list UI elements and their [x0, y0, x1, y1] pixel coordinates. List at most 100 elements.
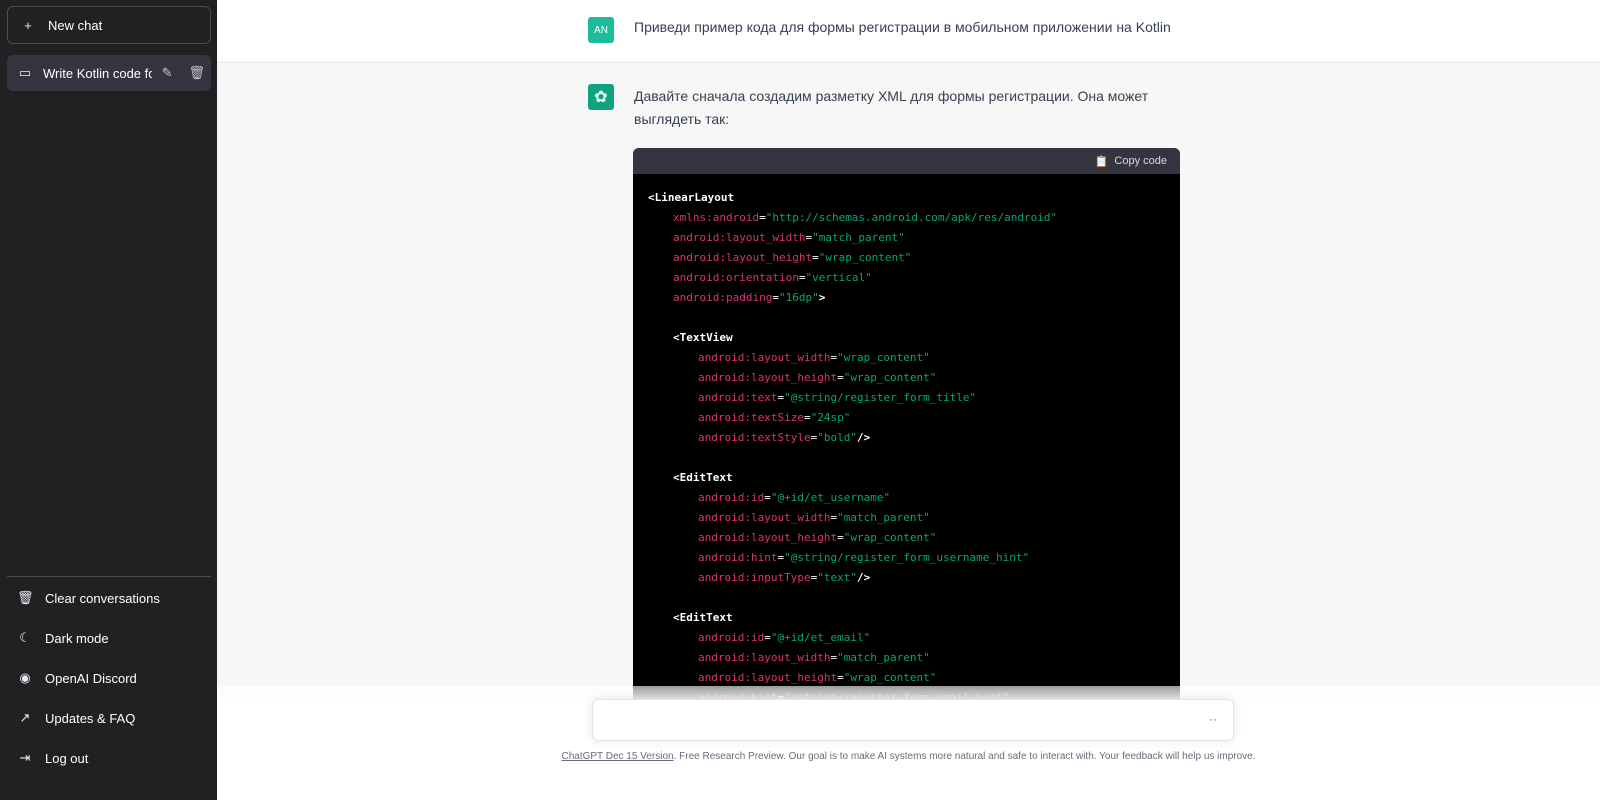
code-token-str: "match_parent"	[812, 231, 905, 244]
code-line: android:padding="16dp">	[648, 288, 1165, 308]
code-token-str: "match_parent"	[837, 651, 930, 664]
code-token-attr: android:id	[698, 631, 765, 644]
code-token-str: "match_parent"	[837, 511, 930, 524]
code-token-attr: android:layout_width	[698, 651, 831, 664]
code-token-attr: xmlns:android	[673, 211, 760, 224]
code-line: xmlns:android="http://schemas.android.co…	[648, 208, 1165, 228]
code-token-attr: android:layout_height	[698, 671, 838, 684]
code-line: android:textSize="24sp"	[648, 408, 1165, 428]
code-token-attr: android:orientation	[673, 271, 799, 284]
code-token-tag: <TextView	[673, 331, 733, 344]
code-line: <TextView	[648, 328, 1165, 348]
menu-label: Dark mode	[45, 630, 109, 646]
code-token-pun: =	[764, 491, 771, 504]
menu-label: Updates & FAQ	[45, 710, 136, 726]
edit-icon[interactable]: ✎	[162, 65, 173, 81]
code-token-str: "wrap_content"	[818, 251, 912, 264]
trash-icon[interactable]: 🗑	[188, 65, 205, 81]
code-token-attr: android:text	[698, 391, 778, 404]
divider	[7, 576, 211, 577]
code-line: android:layout_width="match_parent"	[648, 228, 1165, 248]
code-content: <LinearLayout xmlns:android="http://schem…	[633, 174, 1180, 708]
code-line: android:layout_width="match_parent"	[648, 648, 1165, 668]
code-token-attr: android:layout_width	[698, 511, 831, 524]
new-chat-button[interactable]: + New chat	[7, 6, 211, 44]
code-token-str: "vertical"	[805, 271, 872, 284]
message-input[interactable]: ··	[592, 699, 1234, 741]
code-token-attr: android:layout_height	[698, 531, 838, 544]
dark-mode-button[interactable]: ☾ Dark mode	[7, 620, 211, 656]
user-avatar: AN	[588, 17, 614, 43]
code-line: <EditText	[648, 608, 1165, 628]
clipboard-icon: 📋	[1094, 155, 1109, 168]
conversation-item[interactable]: ▭ Write Kotlin code for A ✎ 🗑	[7, 55, 211, 91]
code-token-tag: />	[856, 571, 871, 584]
clear-conversations-button[interactable]: 🗑 Clear conversations	[7, 580, 211, 616]
code-token-str: "@string/register_form_username_hint"	[784, 551, 1030, 564]
code-token-str: "http://schemas.android.com/apk/res/andr…	[765, 211, 1058, 224]
code-token-attr: android:textSize	[698, 411, 804, 424]
code-token-str: "@+id/et_email"	[770, 631, 871, 644]
discord-icon: ◉	[19, 670, 31, 685]
assistant-message: Давайте сначала создадим разметку XML дл…	[634, 88, 1149, 127]
code-line: android:layout_height="wrap_content"	[648, 248, 1165, 268]
plus-icon: +	[24, 17, 32, 33]
code-block: 📋 Copy code <LinearLayout xmlns:android="…	[633, 148, 1180, 708]
code-line: <EditText	[648, 468, 1165, 488]
menu-label: Log out	[45, 750, 89, 766]
code-token-pun: =	[837, 671, 844, 684]
code-line: <LinearLayout	[648, 188, 1165, 208]
code-token-pun: =	[764, 631, 771, 644]
footer-text: . Free Research Preview. Our goal is to …	[673, 751, 1256, 762]
copy-code-button[interactable]: Copy code	[1114, 155, 1167, 167]
code-token-str: "wrap_content"	[843, 671, 937, 684]
logout-button[interactable]: ⇥ Log out	[7, 740, 211, 776]
discord-link[interactable]: ◉ OpenAI Discord	[7, 660, 211, 696]
code-token-pun: =	[837, 371, 844, 384]
code-token-tag: <EditText	[673, 471, 733, 484]
code-token-pun: =	[812, 251, 819, 264]
code-token-str: "wrap_content"	[837, 351, 930, 364]
new-chat-label: New chat	[48, 17, 103, 33]
updates-faq-link[interactable]: ↗ Updates & FAQ	[7, 700, 211, 736]
code-token-str: "@+id/et_username"	[770, 491, 891, 504]
code-token-tag: <LinearLayout	[648, 191, 735, 204]
chat-main: AN Приведи пример кода для формы регистр…	[217, 0, 1600, 800]
code-header: 📋 Copy code	[633, 148, 1180, 174]
code-line: android:orientation="vertical"	[648, 268, 1165, 288]
user-message-row: AN Приведи пример кода для формы регистр…	[217, 0, 1600, 63]
code-token-tag: <EditText	[673, 611, 733, 624]
code-token-str: "text"	[817, 571, 857, 584]
user-message: Приведи пример кода для формы регистраци…	[634, 19, 1171, 35]
footer: ChatGPT Dec 15 Version. Free Research Pr…	[217, 751, 1600, 762]
sidebar: + New chat ▭ Write Kotlin code for A ✎ 🗑…	[0, 0, 217, 800]
code-token-attr: android:layout_width	[673, 231, 806, 244]
code-line: android:id="@+id/et_email"	[648, 628, 1165, 648]
code-token-pun: =	[803, 411, 811, 424]
code-token-attr: android:id	[698, 491, 765, 504]
external-link-icon: ↗	[19, 710, 31, 725]
menu-label: OpenAI Discord	[45, 670, 137, 686]
code-line: android:layout_height="wrap_content"	[648, 528, 1165, 548]
code-token-str: "wrap_content"	[843, 371, 937, 384]
chat-bubble-icon: ▭	[18, 65, 32, 80]
code-line: android:layout_width="wrap_content"	[648, 348, 1165, 368]
code-line: android:inputType="text"/>	[648, 568, 1165, 588]
code-token-attr: android:hint	[698, 551, 778, 564]
code-token-tag: />	[856, 431, 871, 444]
code-token-attr: android:layout_height	[698, 371, 838, 384]
version-link[interactable]: ChatGPT Dec 15 Version	[561, 751, 673, 762]
code-token-str: "bold"	[817, 431, 857, 444]
code-line: android:layout_height="wrap_content"	[648, 368, 1165, 388]
code-token-str: "@string/register_form_title"	[784, 391, 977, 404]
code-line: android:hint="@string/register_form_user…	[648, 548, 1165, 568]
code-line: android:id="@+id/et_username"	[648, 488, 1165, 508]
logout-icon: ⇥	[19, 750, 31, 765]
code-line: android:layout_width="match_parent"	[648, 508, 1165, 528]
moon-icon: ☾	[19, 630, 31, 645]
openai-logo-icon: ✿	[588, 84, 614, 110]
menu-label: Clear conversations	[45, 590, 160, 606]
